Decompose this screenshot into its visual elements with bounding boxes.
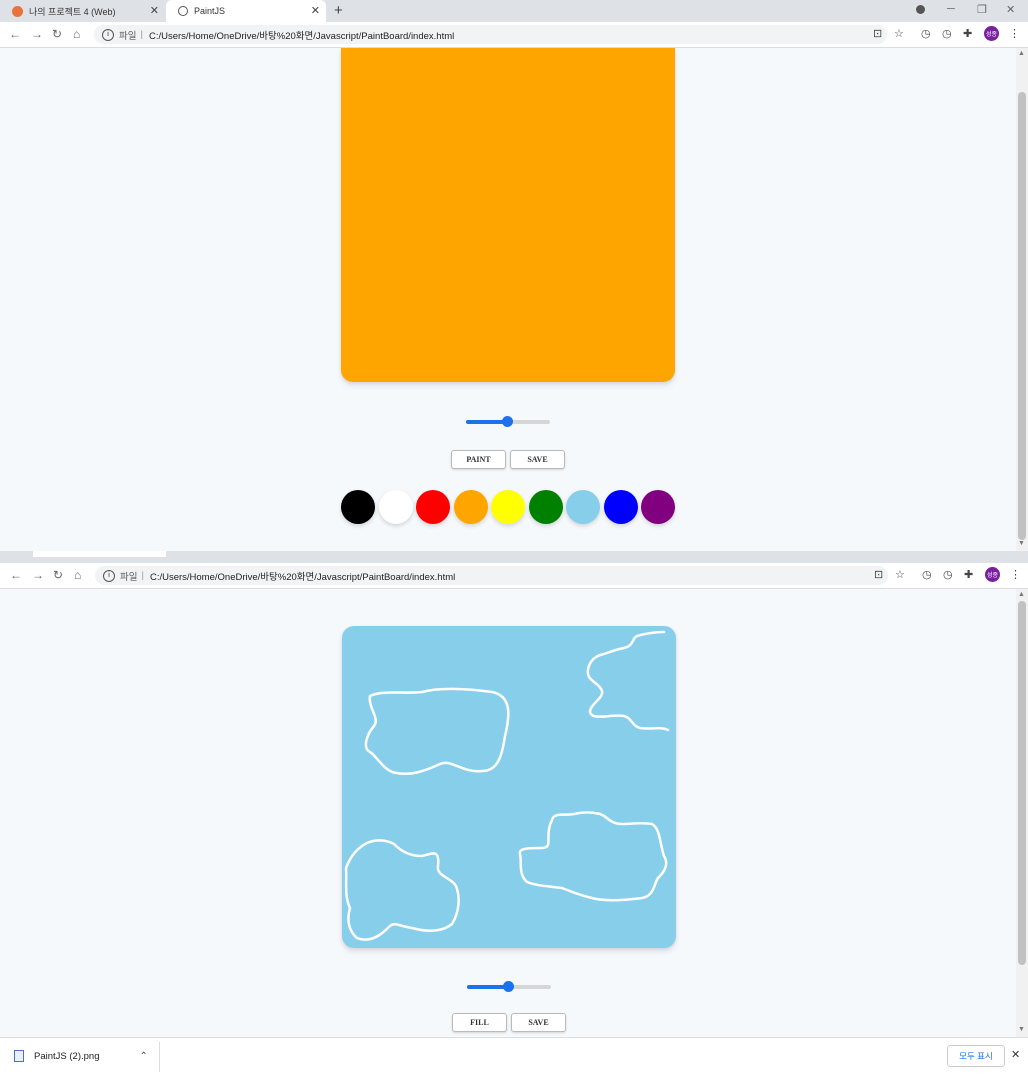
scheme-label: 파일 <box>119 30 137 42</box>
drawn-stroke <box>364 687 510 775</box>
taskbar-item <box>33 551 166 557</box>
color-swatch[interactable] <box>641 490 675 524</box>
paint-canvas[interactable] <box>341 48 675 382</box>
reload-icon[interactable]: ↻ <box>52 27 62 41</box>
divider <box>159 1042 160 1072</box>
address-bar[interactable]: i 파일 | C:/Users/Home/OneDrive/바탕%20화면/Ja… <box>95 566 888 585</box>
url-text[interactable]: C:/Users/Home/OneDrive/바탕%20화면/Javascrip… <box>149 28 454 42</box>
star-icon[interactable]: ☆ <box>895 568 905 581</box>
color-swatch[interactable] <box>341 490 375 524</box>
star-icon[interactable]: ☆ <box>894 27 904 40</box>
close-icon[interactable]: ✕ <box>1011 1048 1020 1061</box>
tab-search-icon[interactable] <box>916 5 925 14</box>
info-icon[interactable]: i <box>102 28 114 41</box>
home-icon[interactable]: ⌂ <box>73 27 80 41</box>
close-icon[interactable]: ✕ <box>150 4 159 17</box>
drawn-stroke <box>586 630 670 732</box>
slider-knob[interactable] <box>502 416 513 427</box>
forward-icon[interactable]: → <box>32 568 44 582</box>
scrollbar-thumb[interactable] <box>1018 601 1026 965</box>
color-swatch[interactable] <box>603 490 638 524</box>
paint-canvas[interactable] <box>342 626 676 948</box>
close-icon[interactable]: ✕ <box>311 4 320 17</box>
translate-icon[interactable]: ⊡ <box>874 568 883 581</box>
download-file-icon <box>14 1050 24 1062</box>
brush-size-slider[interactable] <box>466 416 550 427</box>
extensions-icon[interactable]: ✚ <box>963 27 972 40</box>
back-icon[interactable]: ← <box>10 568 22 582</box>
browser-toolbar: ← → ↻ ⌂ i 파일 | C:/Users/Home/OneDrive/바탕… <box>0 22 1028 48</box>
scroll-up-icon[interactable]: ▲ <box>1018 591 1025 598</box>
chevron-up-icon[interactable]: ⌃ <box>139 1051 147 1062</box>
color-swatch[interactable] <box>528 490 563 524</box>
translate-icon[interactable]: ⊡ <box>873 27 882 40</box>
extensions-icon[interactable]: ✚ <box>964 568 973 581</box>
history-icon[interactable]: ◷ <box>922 568 932 581</box>
slider-knob[interactable] <box>503 981 514 992</box>
separator: | <box>141 570 144 581</box>
reload-icon[interactable]: ↻ <box>53 568 63 582</box>
scroll-up-icon[interactable]: ▲ <box>1018 50 1025 57</box>
page-fill: FILL SAVE <box>0 589 1016 1037</box>
taskbar-strip <box>0 551 1028 563</box>
scheme-label: 파일 <box>120 571 138 583</box>
browser-toolbar: ← → ↻ ⌂ i 파일 | C:/Users/Home/OneDrive/바탕… <box>0 563 1028 589</box>
page-paint: PAINT SAVE <box>0 48 1016 551</box>
color-swatch[interactable] <box>453 490 488 524</box>
scrollbar[interactable]: ▲ ▼ <box>1016 589 1028 1037</box>
forward-icon[interactable]: → <box>31 27 43 41</box>
separator: | <box>140 29 143 40</box>
tab-paintjs[interactable]: PaintJS ✕ <box>166 0 326 22</box>
brush-size-slider[interactable] <box>467 981 551 992</box>
history-icon[interactable]: ◷ <box>942 27 952 40</box>
color-swatch[interactable] <box>378 490 413 524</box>
menu-icon[interactable]: ⋮ <box>1009 27 1020 40</box>
canvas-drawing <box>344 630 670 941</box>
tab-title: 나의 프로젝트 4 (Web) <box>29 6 116 17</box>
download-bar: PaintJS (2).png ⌃ 모두 표시 ✕ <box>0 1037 1028 1077</box>
history-icon[interactable]: ◷ <box>943 568 953 581</box>
color-swatch[interactable] <box>416 490 450 524</box>
scroll-down-icon[interactable]: ▼ <box>1018 540 1025 547</box>
address-bar[interactable]: i 파일 | C:/Users/Home/OneDrive/바탕%20화면/Ja… <box>94 25 887 44</box>
restore-icon[interactable]: ❐ <box>977 3 987 16</box>
minimize-icon[interactable]: ─ <box>947 3 955 15</box>
tab-strip: 나의 프로젝트 4 (Web) ✕ PaintJS ✕ + ─ ❐ ✕ <box>0 0 1028 22</box>
new-tab-icon[interactable]: + <box>334 2 343 19</box>
scrollbar-thumb[interactable] <box>1018 92 1026 540</box>
home-icon[interactable]: ⌂ <box>74 568 81 582</box>
download-item[interactable]: PaintJS (2).png ⌃ <box>14 1050 148 1062</box>
download-file-name[interactable]: PaintJS (2).png <box>34 1051 99 1062</box>
color-swatch[interactable] <box>491 490 525 524</box>
color-palette <box>341 490 675 526</box>
mode-button[interactable]: FILL <box>452 1013 507 1032</box>
show-all-button[interactable]: 모두 표시 <box>947 1045 1005 1067</box>
globe-icon <box>178 6 188 16</box>
tab-title: PaintJS <box>194 6 226 16</box>
mode-button[interactable]: PAINT <box>451 450 506 469</box>
back-icon[interactable]: ← <box>9 27 21 41</box>
scrollbar[interactable]: ▲ ▼ <box>1016 48 1028 551</box>
avatar[interactable]: 성종 <box>984 26 999 41</box>
menu-icon[interactable]: ⋮ <box>1010 568 1021 581</box>
drawn-stroke <box>518 811 668 902</box>
info-icon[interactable]: i <box>103 569 115 582</box>
avatar[interactable]: 성종 <box>985 567 1000 582</box>
color-swatch[interactable] <box>566 490 600 524</box>
drawn-stroke <box>344 839 460 941</box>
save-button[interactable]: SAVE <box>511 1013 566 1032</box>
scroll-down-icon[interactable]: ▼ <box>1018 1026 1025 1033</box>
tab-favicon <box>12 5 23 17</box>
save-button[interactable]: SAVE <box>510 450 565 469</box>
window-close-icon[interactable]: ✕ <box>1006 3 1015 16</box>
tab-my-project[interactable]: 나의 프로젝트 4 (Web) ✕ <box>0 0 165 22</box>
url-text[interactable]: C:/Users/Home/OneDrive/바탕%20화면/Javascrip… <box>150 569 455 583</box>
history-icon[interactable]: ◷ <box>921 27 931 40</box>
